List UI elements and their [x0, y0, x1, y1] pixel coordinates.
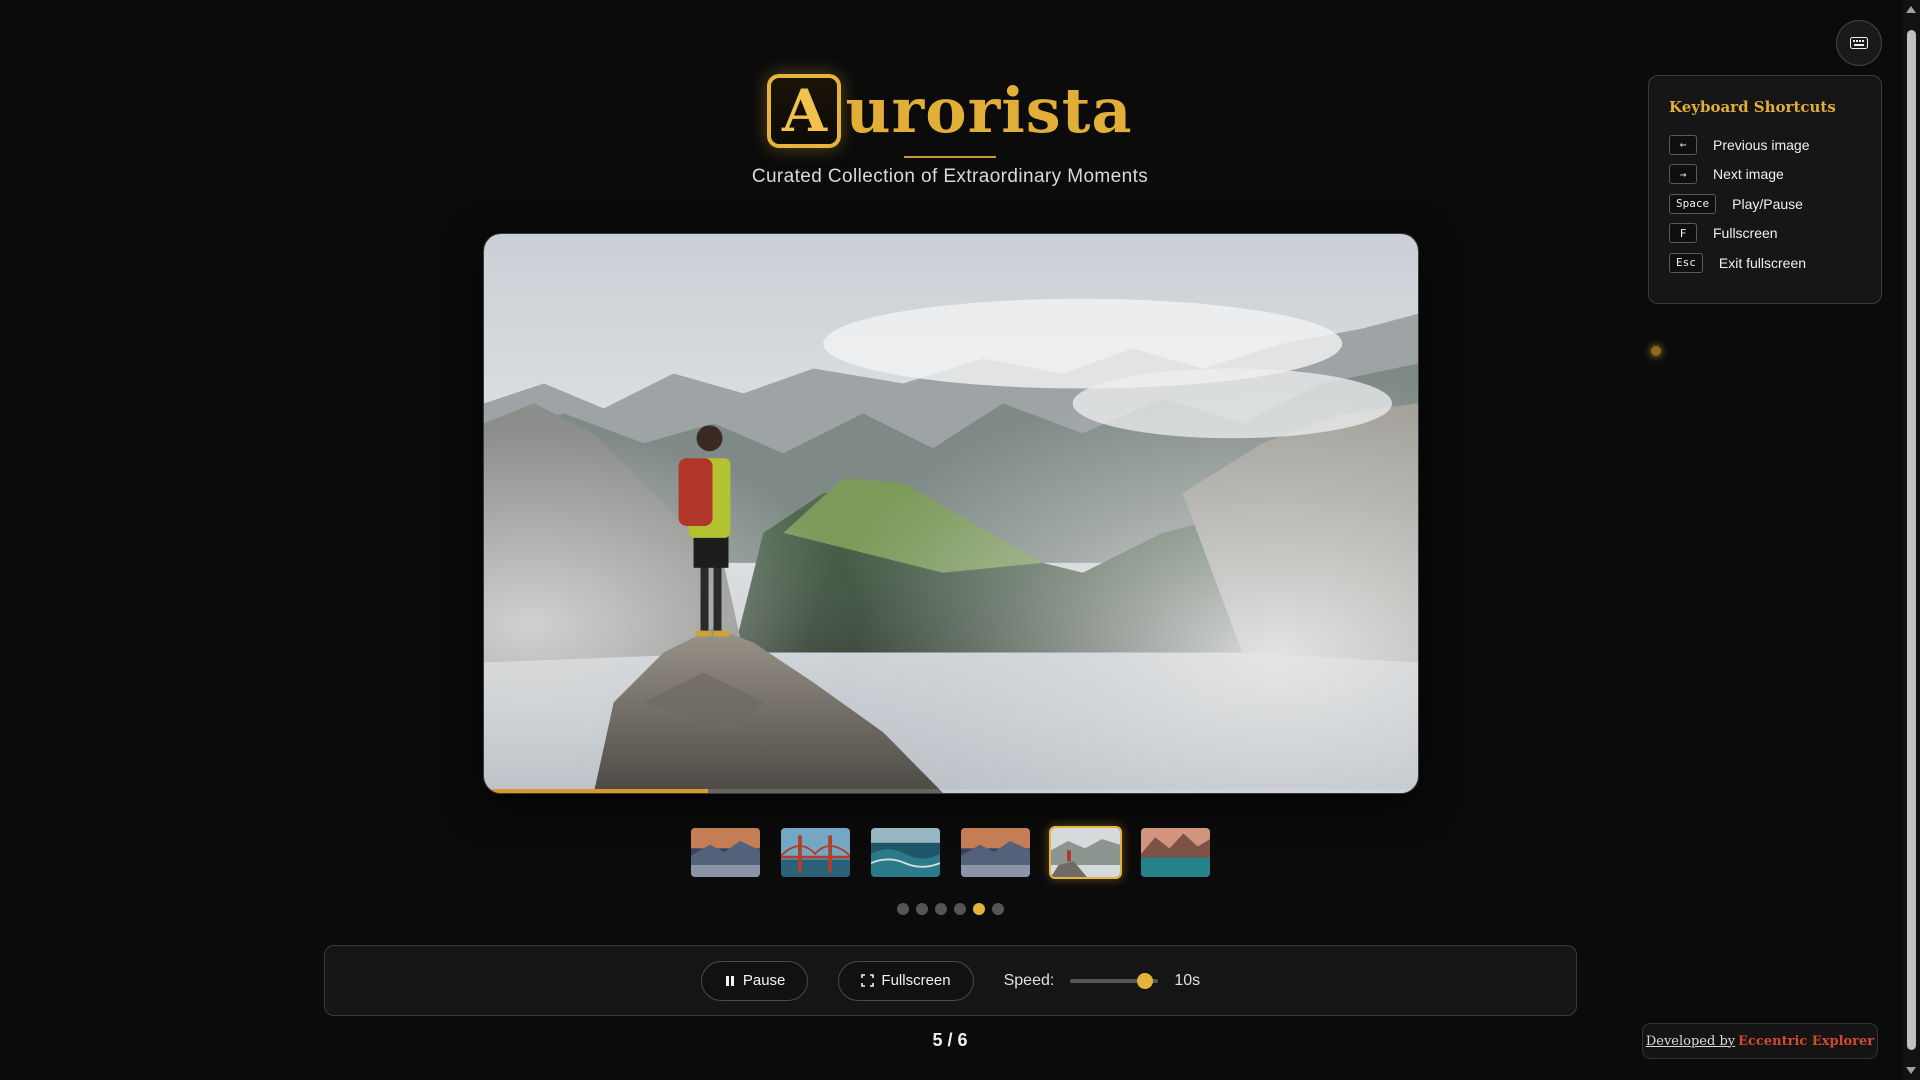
pause-label: Pause	[742, 972, 786, 989]
speed-slider[interactable]	[1070, 972, 1159, 989]
shortcut-key: →	[1669, 164, 1697, 185]
shortcut-row: F Fullscreen	[1669, 219, 1861, 249]
shortcut-key: ←	[1669, 134, 1697, 155]
slide-dot-4[interactable]	[953, 903, 966, 915]
vertical-scrollbar[interactable]	[1903, 0, 1920, 1080]
fullscreen-button[interactable]: Fullscreen	[838, 960, 974, 1001]
shortcut-row: Space Play/Pause	[1669, 189, 1861, 219]
shortcut-row: Esc Exit fullscreen	[1669, 248, 1861, 278]
scrollbar-thumb[interactable]	[1907, 30, 1916, 1050]
slide-counter: 5 / 6	[932, 1030, 968, 1050]
shortcut-key: F	[1669, 223, 1697, 244]
shortcut-action: Next image	[1713, 166, 1784, 183]
scroll-up-arrow-icon[interactable]	[1906, 6, 1916, 13]
thumbnail-4[interactable]	[959, 826, 1032, 879]
shortcut-key: Space	[1669, 193, 1717, 214]
mountain-lake-thumbnail	[1140, 828, 1210, 877]
speed-label: Speed:	[1003, 971, 1055, 989]
fullscreen-label: Fullscreen	[881, 972, 951, 989]
thumbnail-5[interactable]	[1048, 826, 1122, 879]
shortcut-action: Exit fullscreen	[1718, 254, 1807, 271]
keyboard-shortcuts-toggle[interactable]	[1836, 20, 1882, 66]
slide-dot-6[interactable]	[991, 903, 1004, 915]
thumbnail-6[interactable]	[1139, 826, 1212, 879]
thumbnail-strip	[0, 826, 1900, 879]
tagline: Curated Collection of Extraordinary Mome…	[751, 166, 1149, 187]
keyboard-icon	[1850, 37, 1868, 49]
ocean-waves-thumbnail	[870, 828, 940, 877]
shortcuts-title: Keyboard Shortcuts	[1669, 98, 1836, 116]
decorative-glow-dot	[1651, 346, 1661, 356]
logo: A urorista	[767, 74, 1132, 148]
thumbnail-3[interactable]	[869, 826, 942, 879]
hiker-mountain-thumbnail	[1050, 828, 1120, 877]
golden-gate-bridge-thumbnail	[780, 828, 850, 877]
speed-control: Speed: 10s	[1003, 971, 1201, 990]
thumbnail-2[interactable]	[779, 826, 852, 879]
slide-dot-1[interactable]	[896, 903, 909, 915]
main-slide[interactable]	[483, 233, 1419, 794]
slide-indicator-dots	[0, 903, 1900, 915]
logo-letter: A	[781, 77, 827, 145]
shortcut-action: Play/Pause	[1732, 195, 1803, 212]
hiker-on-mountain-cliff-photo	[484, 234, 1418, 793]
header: A urorista Curated Collection of Extraor…	[0, 74, 1900, 188]
thumbnail-1[interactable]	[689, 826, 762, 879]
mountain-sunset-thumbnail	[690, 828, 760, 877]
logo-underline	[904, 156, 996, 158]
slide-dot-5[interactable]	[972, 903, 985, 915]
controls-bar: Pause Fullscreen Speed: 10s	[324, 945, 1577, 1016]
speed-slider-handle[interactable]	[1137, 972, 1154, 989]
slide-progress-bar	[484, 789, 1418, 793]
speed-value: 10s	[1174, 971, 1201, 989]
shortcut-action: Previous image	[1713, 136, 1810, 153]
logo-text: urorista	[845, 74, 1133, 147]
slide-dot-3[interactable]	[934, 903, 947, 915]
pause-button[interactable]: Pause	[700, 960, 809, 1001]
slide-dot-2[interactable]	[915, 903, 928, 915]
shortcut-key: Esc	[1669, 252, 1703, 273]
keyboard-shortcuts-panel: Keyboard Shortcuts ← Previous image → Ne…	[1648, 75, 1882, 304]
logo-mark: A	[767, 74, 842, 148]
developer-credit[interactable]: Developed by Eccentric Explorer	[1642, 1023, 1878, 1059]
fullscreen-icon	[861, 974, 875, 987]
credit-name[interactable]: Eccentric Explorer	[1738, 1034, 1874, 1049]
shortcut-row: → Next image	[1669, 160, 1861, 190]
pause-icon	[725, 975, 734, 986]
scroll-down-arrow-icon[interactable]	[1906, 1067, 1916, 1074]
shortcut-row: ← Previous image	[1669, 130, 1861, 160]
mountain-sunset-thumbnail	[960, 828, 1030, 877]
credit-prefix: Developed by	[1645, 1033, 1736, 1049]
shortcut-action: Fullscreen	[1713, 225, 1778, 242]
slide-progress-fill	[484, 789, 709, 793]
